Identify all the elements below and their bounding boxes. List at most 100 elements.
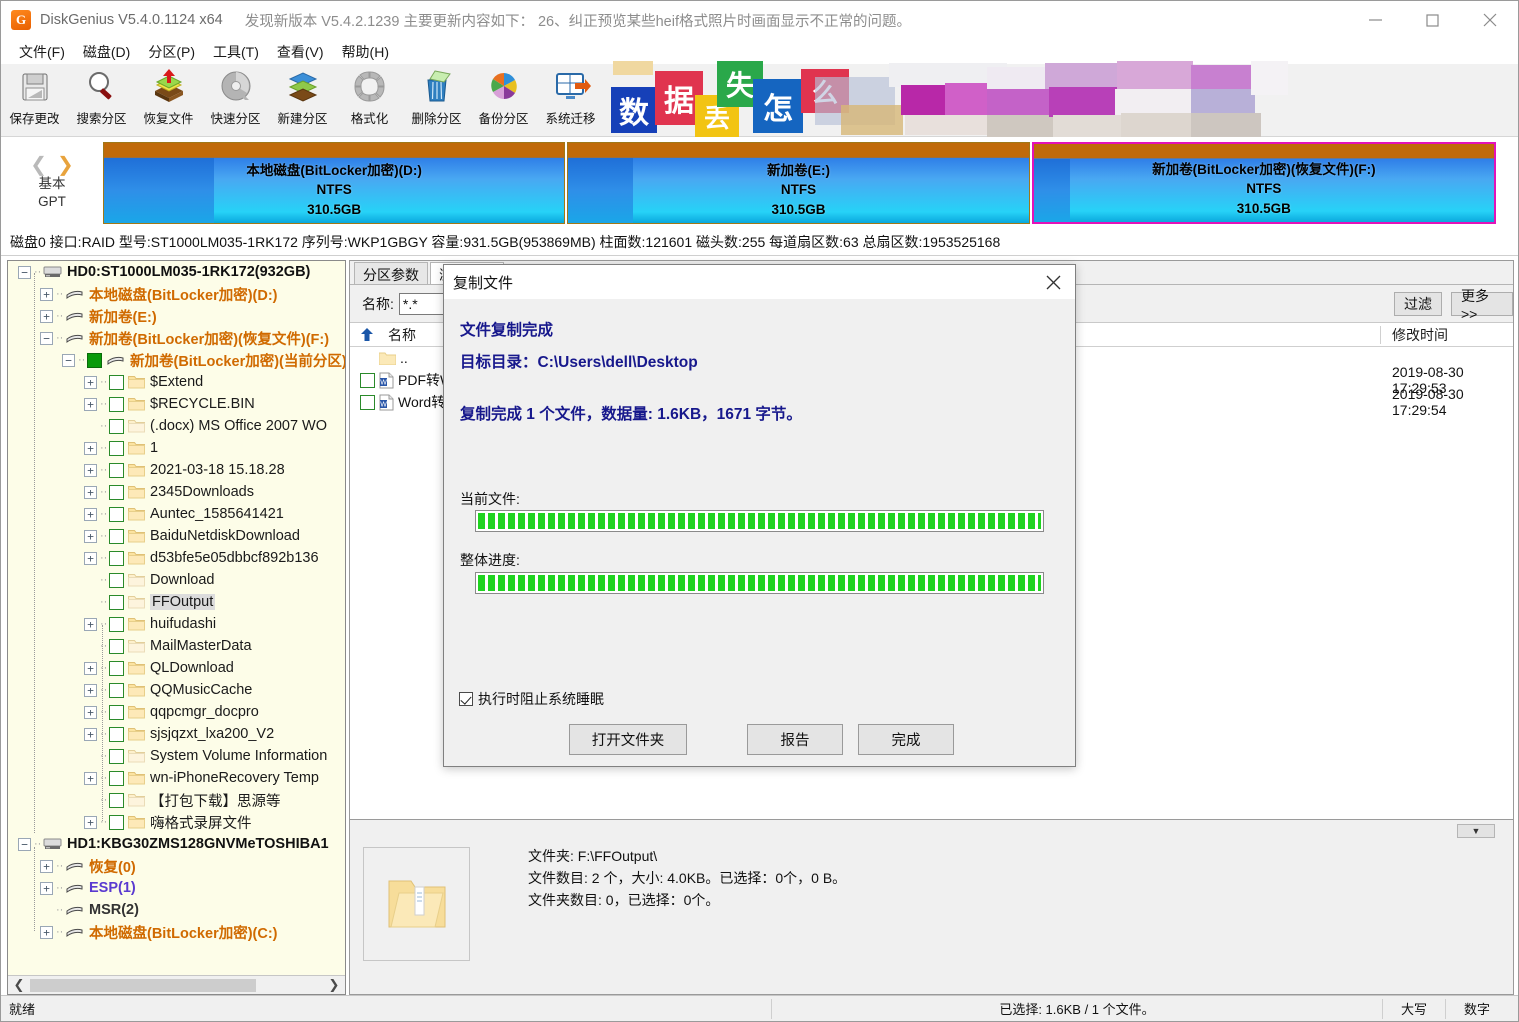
tree-node-checkbox[interactable] — [109, 683, 124, 698]
expand-icon[interactable]: + — [84, 552, 97, 565]
toolbar-button-save-changes[interactable]: 保存更改 — [1, 64, 68, 135]
tree-node-checkbox[interactable] — [109, 573, 124, 588]
tree-node[interactable]: +··ESP(1) — [8, 877, 345, 899]
more-options-button[interactable]: 更多>> — [1451, 292, 1513, 316]
menu-item-file[interactable]: 文件(F) — [10, 40, 74, 64]
menu-item-partition[interactable]: 分区(P) — [139, 40, 204, 64]
collapse-icon[interactable]: − — [62, 354, 75, 367]
tree-node[interactable]: +··BaiduNetdiskDownload — [8, 525, 345, 547]
tree-node[interactable]: +··2021-03-18 15.18.28 — [8, 459, 345, 481]
expand-icon[interactable]: + — [40, 860, 53, 873]
tree-node[interactable]: ··MSR(2) — [8, 899, 345, 921]
tree-node-checkbox[interactable] — [109, 727, 124, 742]
tree-node[interactable]: +··qqpcmgr_docpro — [8, 701, 345, 723]
toolbar-button-search-partition[interactable]: 搜索分区 — [68, 64, 135, 135]
toolbar-button-backup-partition[interactable]: 备份分区 — [470, 64, 537, 135]
tree-node-checkbox[interactable] — [109, 485, 124, 500]
tree-node[interactable]: +··Auntec_1585641421 — [8, 503, 345, 525]
expand-icon[interactable]: + — [84, 816, 97, 829]
tree-node-checkbox[interactable] — [109, 617, 124, 632]
tab-partition-params[interactable]: 分区参数 — [354, 262, 428, 284]
tree-node[interactable]: ··【打包下载】思源等 — [8, 789, 345, 811]
tree-node[interactable]: ··System Volume Information — [8, 745, 345, 767]
expand-icon[interactable]: + — [84, 706, 97, 719]
tree-node-checkbox[interactable] — [109, 595, 124, 610]
tree-node[interactable]: +··huifudashi — [8, 613, 345, 635]
tree-node[interactable]: ··MailMasterData — [8, 635, 345, 657]
close-icon[interactable] — [1031, 265, 1075, 299]
filter-button[interactable]: 过滤 — [1394, 292, 1442, 316]
tree-node[interactable]: +··嗨格式录屏文件 — [8, 811, 345, 833]
finish-button[interactable]: 完成 — [858, 724, 954, 755]
expand-icon[interactable]: + — [84, 442, 97, 455]
tree-node[interactable]: +··QLDownload — [8, 657, 345, 679]
tree-node-checkbox[interactable] — [109, 639, 124, 654]
expand-icon[interactable]: + — [84, 464, 97, 477]
tree-node[interactable]: −··HD0:ST1000LM035-1RK172(932GB) — [8, 261, 345, 283]
row-checkbox[interactable] — [360, 373, 375, 388]
tree-node-checkbox[interactable] — [109, 793, 124, 808]
tree-node[interactable]: ··Download — [8, 569, 345, 591]
tree-node[interactable]: +··wn-iPhoneRecovery Temp — [8, 767, 345, 789]
promotional-banner[interactable]: 数 据 丢 失 怎 么 — [605, 59, 1288, 137]
column-header-name[interactable]: 名称 — [388, 325, 416, 345]
tree-node-checkbox[interactable] — [109, 705, 124, 720]
tree-node[interactable]: +··新加卷(E:) — [8, 305, 345, 327]
tree-node-checkbox[interactable] — [109, 419, 124, 434]
collapse-icon[interactable]: − — [18, 266, 31, 279]
prevent-sleep-checkbox-row[interactable]: 执行时阻止系统睡眠 — [459, 689, 604, 709]
menu-item-tools[interactable]: 工具(T) — [204, 40, 268, 64]
prevent-sleep-checkbox[interactable] — [459, 692, 473, 706]
maximize-icon[interactable] — [1404, 1, 1461, 39]
tree-node[interactable]: ··FFOutput — [8, 591, 345, 613]
column-header-modified[interactable]: 修改时间 — [1392, 325, 1448, 345]
report-button[interactable]: 报告 — [747, 724, 843, 755]
toolbar-button-delete-partition[interactable]: 删除分区 — [403, 64, 470, 135]
chevron-down-icon[interactable]: ▼ — [1457, 824, 1495, 838]
column-divider[interactable] — [1380, 326, 1381, 344]
expand-icon[interactable]: + — [84, 772, 97, 785]
expand-icon[interactable]: + — [40, 926, 53, 939]
toolbar-button-format[interactable]: 格式化 — [336, 64, 403, 135]
toolbar-button-system-migration[interactable]: 系统迁移 — [537, 64, 604, 135]
tree-node-checkbox[interactable] — [109, 749, 124, 764]
tree-node[interactable]: +··sjsjqzxt_lxa200_V2 — [8, 723, 345, 745]
prev-disk-arrow-icon[interactable]: ❮ — [30, 156, 47, 174]
tree-node-checkbox[interactable] — [87, 353, 102, 368]
tree-node[interactable]: +··恢复(0) — [8, 855, 345, 877]
tree-node-checkbox[interactable] — [109, 661, 124, 676]
toolbar-button-new-partition[interactable]: 新建分区 — [269, 64, 336, 135]
collapse-icon[interactable]: − — [18, 838, 31, 851]
close-icon[interactable] — [1461, 1, 1518, 39]
tree-node[interactable]: +··d53bfe5e05dbbcf892b136 — [8, 547, 345, 569]
tree-node[interactable]: −··HD1:KBG30ZMS128GNVMeTOSHIBA1 — [8, 833, 345, 855]
tree-node[interactable]: +··1 — [8, 437, 345, 459]
tree-node[interactable]: +··本地磁盘(BitLocker加密)(D:) — [8, 283, 345, 305]
tree-node[interactable]: +··$Extend — [8, 371, 345, 393]
expand-icon[interactable]: + — [84, 486, 97, 499]
scroll-left-arrow-icon[interactable]: ❮ — [8, 977, 30, 993]
disk-tree-panel[interactable]: −··HD0:ST1000LM035-1RK172(932GB)+··本地磁盘(… — [7, 260, 346, 995]
tree-node[interactable]: −··新加卷(BitLocker加密)(当前分区) — [8, 349, 345, 371]
open-folder-button[interactable]: 打开文件夹 — [569, 724, 687, 755]
expand-icon[interactable]: + — [84, 728, 97, 741]
tree-node[interactable]: +··本地磁盘(BitLocker加密)(C:) — [8, 921, 345, 943]
tree-node-checkbox[interactable] — [109, 771, 124, 786]
menu-item-help[interactable]: 帮助(H) — [333, 40, 398, 64]
tree-node-checkbox[interactable] — [109, 529, 124, 544]
expand-icon[interactable]: + — [84, 684, 97, 697]
tree-node[interactable]: ··(.docx) MS Office 2007 WO — [8, 415, 345, 437]
tree-node-checkbox[interactable] — [109, 397, 124, 412]
expand-icon[interactable]: + — [84, 662, 97, 675]
tree-node[interactable]: +··2345Downloads — [8, 481, 345, 503]
tree-node-checkbox[interactable] — [109, 815, 124, 830]
partition-block-d[interactable]: 本地磁盘(BitLocker加密)(D:) NTFS 310.5GB — [103, 142, 565, 224]
tree-node[interactable]: +··QQMusicCache — [8, 679, 345, 701]
expand-icon[interactable]: + — [84, 530, 97, 543]
expand-icon[interactable]: + — [84, 508, 97, 521]
expand-icon[interactable]: + — [40, 288, 53, 301]
scroll-track[interactable] — [30, 976, 323, 995]
toolbar-button-quick-partition[interactable]: 快速分区 — [202, 64, 269, 135]
toolbar-button-recover-file[interactable]: 恢复文件 — [135, 64, 202, 135]
tree-node-checkbox[interactable] — [109, 441, 124, 456]
